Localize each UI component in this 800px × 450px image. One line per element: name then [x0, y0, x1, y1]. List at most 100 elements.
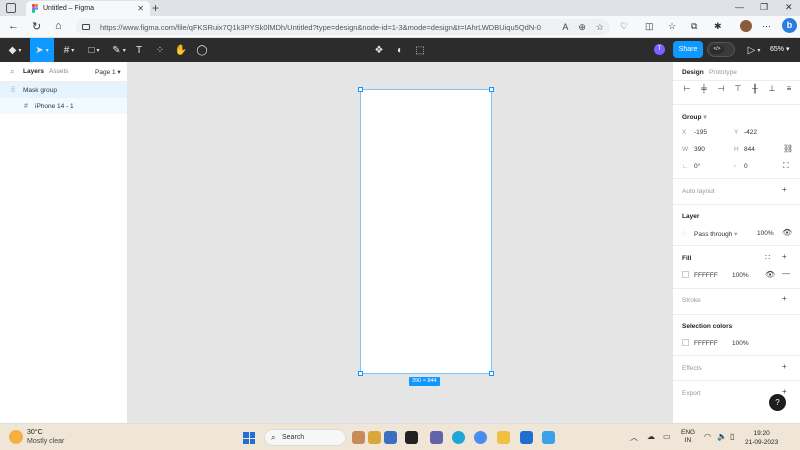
blend-mode-dropdown[interactable]: Pass through ▾ [694, 230, 737, 238]
align-center-v-icon[interactable]: ╫ [750, 84, 760, 94]
copilot-icon[interactable]: b [782, 18, 797, 33]
tab-prototype[interactable]: Prototype [709, 69, 737, 76]
align-center-h-icon[interactable]: ╪ [699, 84, 709, 94]
tab-close-icon[interactable]: ✕ [137, 4, 144, 13]
independent-corners-icon[interactable]: ⛶ [783, 161, 789, 171]
align-left-icon[interactable]: ⊢ [682, 84, 692, 94]
widgets-app-icon[interactable] [352, 431, 365, 444]
style-grid-icon[interactable]: ∷ [765, 253, 770, 262]
weather-icon[interactable] [9, 430, 23, 444]
selection-hex-field[interactable]: FFFFFF [694, 340, 718, 347]
main-menu-button[interactable]: ◆ ▾ [4, 38, 26, 62]
folder-app-icon[interactable] [497, 431, 510, 444]
file-explorer-app-icon[interactable] [368, 431, 381, 444]
wifi-icon[interactable]: ◠ [704, 432, 711, 441]
text-tool-button[interactable]: T [132, 38, 146, 62]
photos-app-icon[interactable] [542, 431, 555, 444]
add-stroke-icon[interactable]: + [782, 294, 787, 303]
mail-app-icon[interactable] [520, 431, 533, 444]
fill-swatch[interactable] [682, 271, 689, 278]
volume-icon[interactable]: 🔈 [717, 432, 727, 441]
user-avatar[interactable]: T [654, 44, 665, 55]
clock[interactable]: 19:20 21-09-2023 [745, 429, 778, 447]
y-field[interactable]: -422 [744, 129, 757, 136]
layer-opacity-field[interactable]: 100% [757, 230, 774, 237]
comment-tool-button[interactable]: ◯ [195, 38, 209, 62]
favorite-star-icon[interactable]: ☆ [596, 22, 604, 33]
resize-handle-sw[interactable] [358, 371, 363, 376]
corner-radius-field[interactable]: 0 [744, 163, 748, 170]
selected-frame[interactable] [360, 89, 492, 374]
add-fill-icon[interactable]: + [782, 252, 787, 261]
tab-design[interactable]: Design [682, 69, 704, 76]
add-effect-icon[interactable]: + [782, 362, 787, 371]
start-button[interactable] [243, 432, 255, 444]
selection-color-swatch[interactable] [682, 339, 689, 346]
browser-essentials-icon[interactable]: ♡ [620, 21, 628, 32]
resize-handle-ne[interactable] [489, 87, 494, 92]
show-hidden-icons-icon[interactable]: ︿ [630, 432, 638, 443]
home-icon[interactable]: ⌂ [55, 20, 62, 32]
layer-row-mask-group[interactable]: ⁞⁞ Mask group [0, 82, 127, 98]
constrain-proportions-icon[interactable]: ⛓ [783, 144, 793, 153]
page-selector[interactable]: Page 1 ▾ [95, 68, 121, 76]
url-field[interactable]: https://www.figma.com/file/qFKSRuix7Q1k3… [76, 19, 610, 35]
read-aloud-icon[interactable]: A [562, 22, 568, 32]
back-icon[interactable]: ← [8, 20, 19, 32]
component-button[interactable]: ❖ [372, 38, 386, 62]
layer-row-iphone[interactable]: # iPhone 14 - 1 [0, 98, 127, 114]
search-icon[interactable]: ⌕ [10, 67, 14, 77]
fill-visibility-eye-icon[interactable]: 👁 [765, 270, 775, 279]
zoom-in-icon[interactable]: ⊕ [578, 22, 586, 33]
resize-handle-nw[interactable] [358, 87, 363, 92]
favorites-icon[interactable]: ☆ [668, 21, 676, 32]
selection-opacity-field[interactable]: 100% [732, 340, 749, 347]
weather-temperature[interactable]: 30°C [27, 429, 43, 436]
frame-tool-button[interactable]: # ▾ [58, 38, 80, 62]
shape-tool-button[interactable]: □ ▾ [83, 38, 105, 62]
width-field[interactable]: 390 [694, 146, 705, 153]
input-language[interactable]: ENG IN [681, 429, 695, 445]
close-window-icon[interactable]: ✕ [785, 2, 793, 13]
fill-hex-field[interactable]: FFFFFF [694, 272, 718, 279]
share-button[interactable]: Share [673, 41, 703, 58]
chrome-app-icon[interactable] [474, 431, 487, 444]
help-button[interactable]: ? [769, 394, 786, 411]
align-top-icon[interactable]: ⊤ [733, 84, 743, 94]
align-bottom-icon[interactable]: ⊥ [767, 84, 777, 94]
design-canvas[interactable]: 390 × 844 [128, 62, 672, 423]
hand-tool-button[interactable]: ✋ [174, 38, 188, 62]
tab-actions-icon[interactable] [6, 3, 16, 13]
taskbar-search[interactable]: ⌕ Search [264, 429, 346, 446]
tab-layers[interactable]: Layers [23, 68, 44, 75]
height-field[interactable]: 844 [744, 146, 755, 153]
edge-app-icon[interactable] [452, 431, 465, 444]
refresh-icon[interactable]: ↻ [32, 20, 41, 33]
browser-tab[interactable]: Untitled – Figma ✕ [26, 1, 150, 16]
fill-opacity-field[interactable]: 100% [732, 272, 749, 279]
present-button[interactable]: ▷ ▾ [745, 38, 763, 62]
onedrive-icon[interactable]: ☁ [647, 432, 655, 441]
battery-status-icon[interactable]: ▯ [730, 432, 734, 441]
camera-app-icon[interactable] [384, 431, 397, 444]
align-right-icon[interactable]: ⊣ [716, 84, 726, 94]
teams-app-icon[interactable] [430, 431, 443, 444]
zoom-dropdown[interactable]: 65% ▾ [770, 38, 789, 62]
split-screen-icon[interactable]: ◫ [645, 21, 654, 32]
visibility-eye-icon[interactable]: 👁 [782, 228, 792, 237]
remove-fill-icon[interactable]: — [782, 269, 790, 278]
battery-icon[interactable]: ▭ [663, 432, 671, 441]
pen-tool-button[interactable]: ✎ ▾ [108, 38, 130, 62]
terminal-app-icon[interactable] [405, 431, 418, 444]
resources-button[interactable]: ⁘ [153, 38, 167, 62]
minimize-icon[interactable]: — [735, 2, 744, 12]
mask-button[interactable]: ◐ [393, 38, 407, 62]
distribute-icon[interactable]: ≡ [784, 84, 794, 94]
weather-description[interactable]: Mostly clear [27, 438, 64, 445]
add-export-icon[interactable]: + [782, 387, 787, 396]
move-tool-button[interactable]: ➤ ▾ [30, 38, 54, 62]
profile-avatar[interactable] [740, 20, 752, 32]
restore-icon[interactable]: ❐ [760, 2, 768, 13]
dev-mode-toggle[interactable]: </> [707, 42, 735, 57]
crop-button[interactable]: ⬚ [413, 38, 427, 62]
